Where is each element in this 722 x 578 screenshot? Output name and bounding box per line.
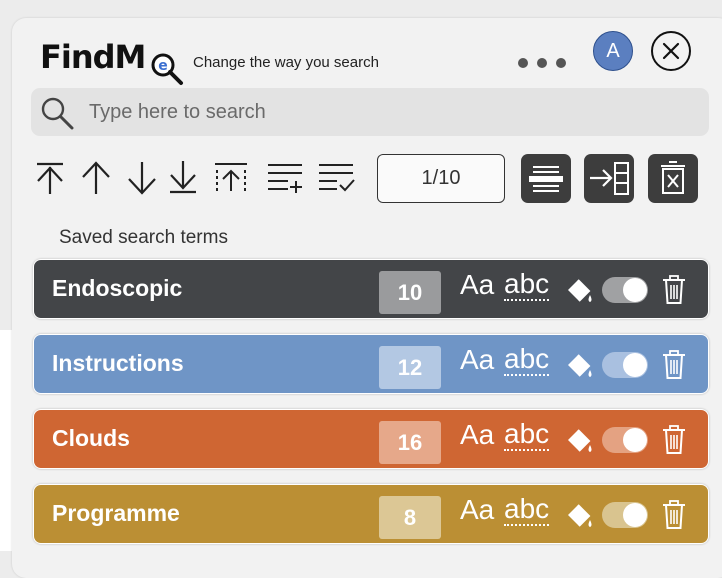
match-case-toggle[interactable]: Aa <box>460 494 494 526</box>
search-input[interactable] <box>89 88 689 136</box>
avatar[interactable]: A <box>593 31 633 71</box>
term-match-count: 12 <box>379 346 441 389</box>
highlight-view-icon <box>529 166 563 192</box>
apply-terms-icon[interactable] <box>317 154 355 200</box>
toggle-knob <box>623 278 647 302</box>
term-enabled-toggle[interactable] <box>602 352 648 378</box>
paint-bucket-icon[interactable] <box>564 275 596 307</box>
match-case-toggle[interactable]: Aa <box>460 419 494 451</box>
term-name: Endoscopic <box>52 275 183 301</box>
sidebar-panel-button[interactable] <box>584 154 634 203</box>
term-enabled-toggle[interactable] <box>602 277 648 303</box>
toggle-knob <box>623 353 647 377</box>
whole-word-toggle[interactable]: abc <box>504 494 550 526</box>
term-enabled-toggle[interactable] <box>602 502 648 528</box>
logo-magnifier-icon: e <box>151 53 183 85</box>
avatar-letter: A <box>606 39 620 62</box>
select-all-icon[interactable] <box>212 154 250 200</box>
whole-word-toggle[interactable]: abc <box>504 419 550 451</box>
saved-term-row[interactable]: Clouds 16 Aa abc <box>33 409 709 469</box>
search-bar <box>31 88 709 136</box>
add-term-icon[interactable] <box>266 154 304 200</box>
saved-terms-heading: Saved search terms <box>59 227 228 248</box>
whole-word-toggle[interactable]: abc <box>504 269 550 301</box>
match-counter: 1/10 <box>377 154 505 203</box>
saved-term-row[interactable]: Endoscopic 10 Aa abc <box>33 259 709 319</box>
background-strip <box>0 330 12 551</box>
app-logo: FindM <box>40 38 146 76</box>
term-name: Instructions <box>52 350 184 376</box>
previous-match-icon[interactable] <box>77 154 115 200</box>
more-options-icon[interactable] <box>518 58 566 68</box>
term-name: Programme <box>52 500 180 526</box>
term-enabled-toggle[interactable] <box>602 427 648 453</box>
toggle-knob <box>623 428 647 452</box>
clear-all-icon <box>661 161 685 194</box>
findme-panel: FindM e Change the way you search A Type… <box>12 18 722 578</box>
saved-term-row[interactable]: Instructions 12 Aa abc <box>33 334 709 394</box>
clear-all-button[interactable] <box>648 154 698 203</box>
match-case-toggle[interactable]: Aa <box>460 344 494 376</box>
paint-bucket-icon[interactable] <box>564 500 596 532</box>
first-match-icon[interactable] <box>31 154 69 200</box>
highlight-view-button[interactable] <box>521 154 571 203</box>
term-match-count: 16 <box>379 421 441 464</box>
tagline: Change the way you search <box>193 54 379 71</box>
delete-term-icon[interactable] <box>660 349 688 381</box>
term-match-count: 10 <box>379 271 441 314</box>
next-match-icon[interactable] <box>123 154 161 200</box>
toggle-knob <box>623 503 647 527</box>
delete-term-icon[interactable] <box>660 424 688 456</box>
search-icon <box>41 97 74 130</box>
delete-term-icon[interactable] <box>660 274 688 306</box>
saved-term-row[interactable]: Programme 8 Aa abc <box>33 484 709 544</box>
logo-badge: e <box>158 58 168 74</box>
term-match-count: 8 <box>379 496 441 539</box>
close-icon[interactable] <box>650 30 692 72</box>
sidebar-panel-icon <box>590 162 629 195</box>
paint-bucket-icon[interactable] <box>564 425 596 457</box>
match-case-toggle[interactable]: Aa <box>460 269 494 301</box>
whole-word-toggle[interactable]: abc <box>504 344 550 376</box>
delete-term-icon[interactable] <box>660 499 688 531</box>
term-name: Clouds <box>52 425 130 451</box>
paint-bucket-icon[interactable] <box>564 350 596 382</box>
last-match-icon[interactable] <box>164 154 202 200</box>
